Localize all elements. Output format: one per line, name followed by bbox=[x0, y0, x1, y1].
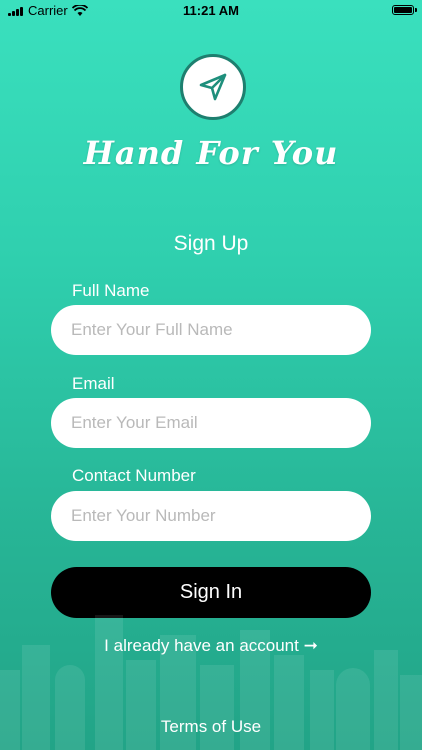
full-name-label: Full Name bbox=[72, 281, 150, 300]
terms-of-use-link[interactable]: Terms of Use bbox=[0, 717, 422, 737]
email-input[interactable] bbox=[51, 398, 371, 448]
paper-plane-icon bbox=[199, 73, 227, 101]
contact-number-label: Contact Number bbox=[72, 466, 196, 485]
battery-icon bbox=[392, 5, 417, 15]
contact-number-input[interactable] bbox=[51, 491, 371, 541]
brand-name: Hand For You bbox=[83, 134, 339, 172]
full-name-input[interactable] bbox=[51, 305, 371, 355]
page-title: Sign Up bbox=[173, 232, 249, 255]
status-time: 11:21 AM bbox=[183, 3, 239, 18]
status-bar: Carrier 11:21 AM bbox=[0, 0, 422, 22]
email-label: Email bbox=[72, 374, 115, 393]
app-logo bbox=[180, 54, 246, 120]
